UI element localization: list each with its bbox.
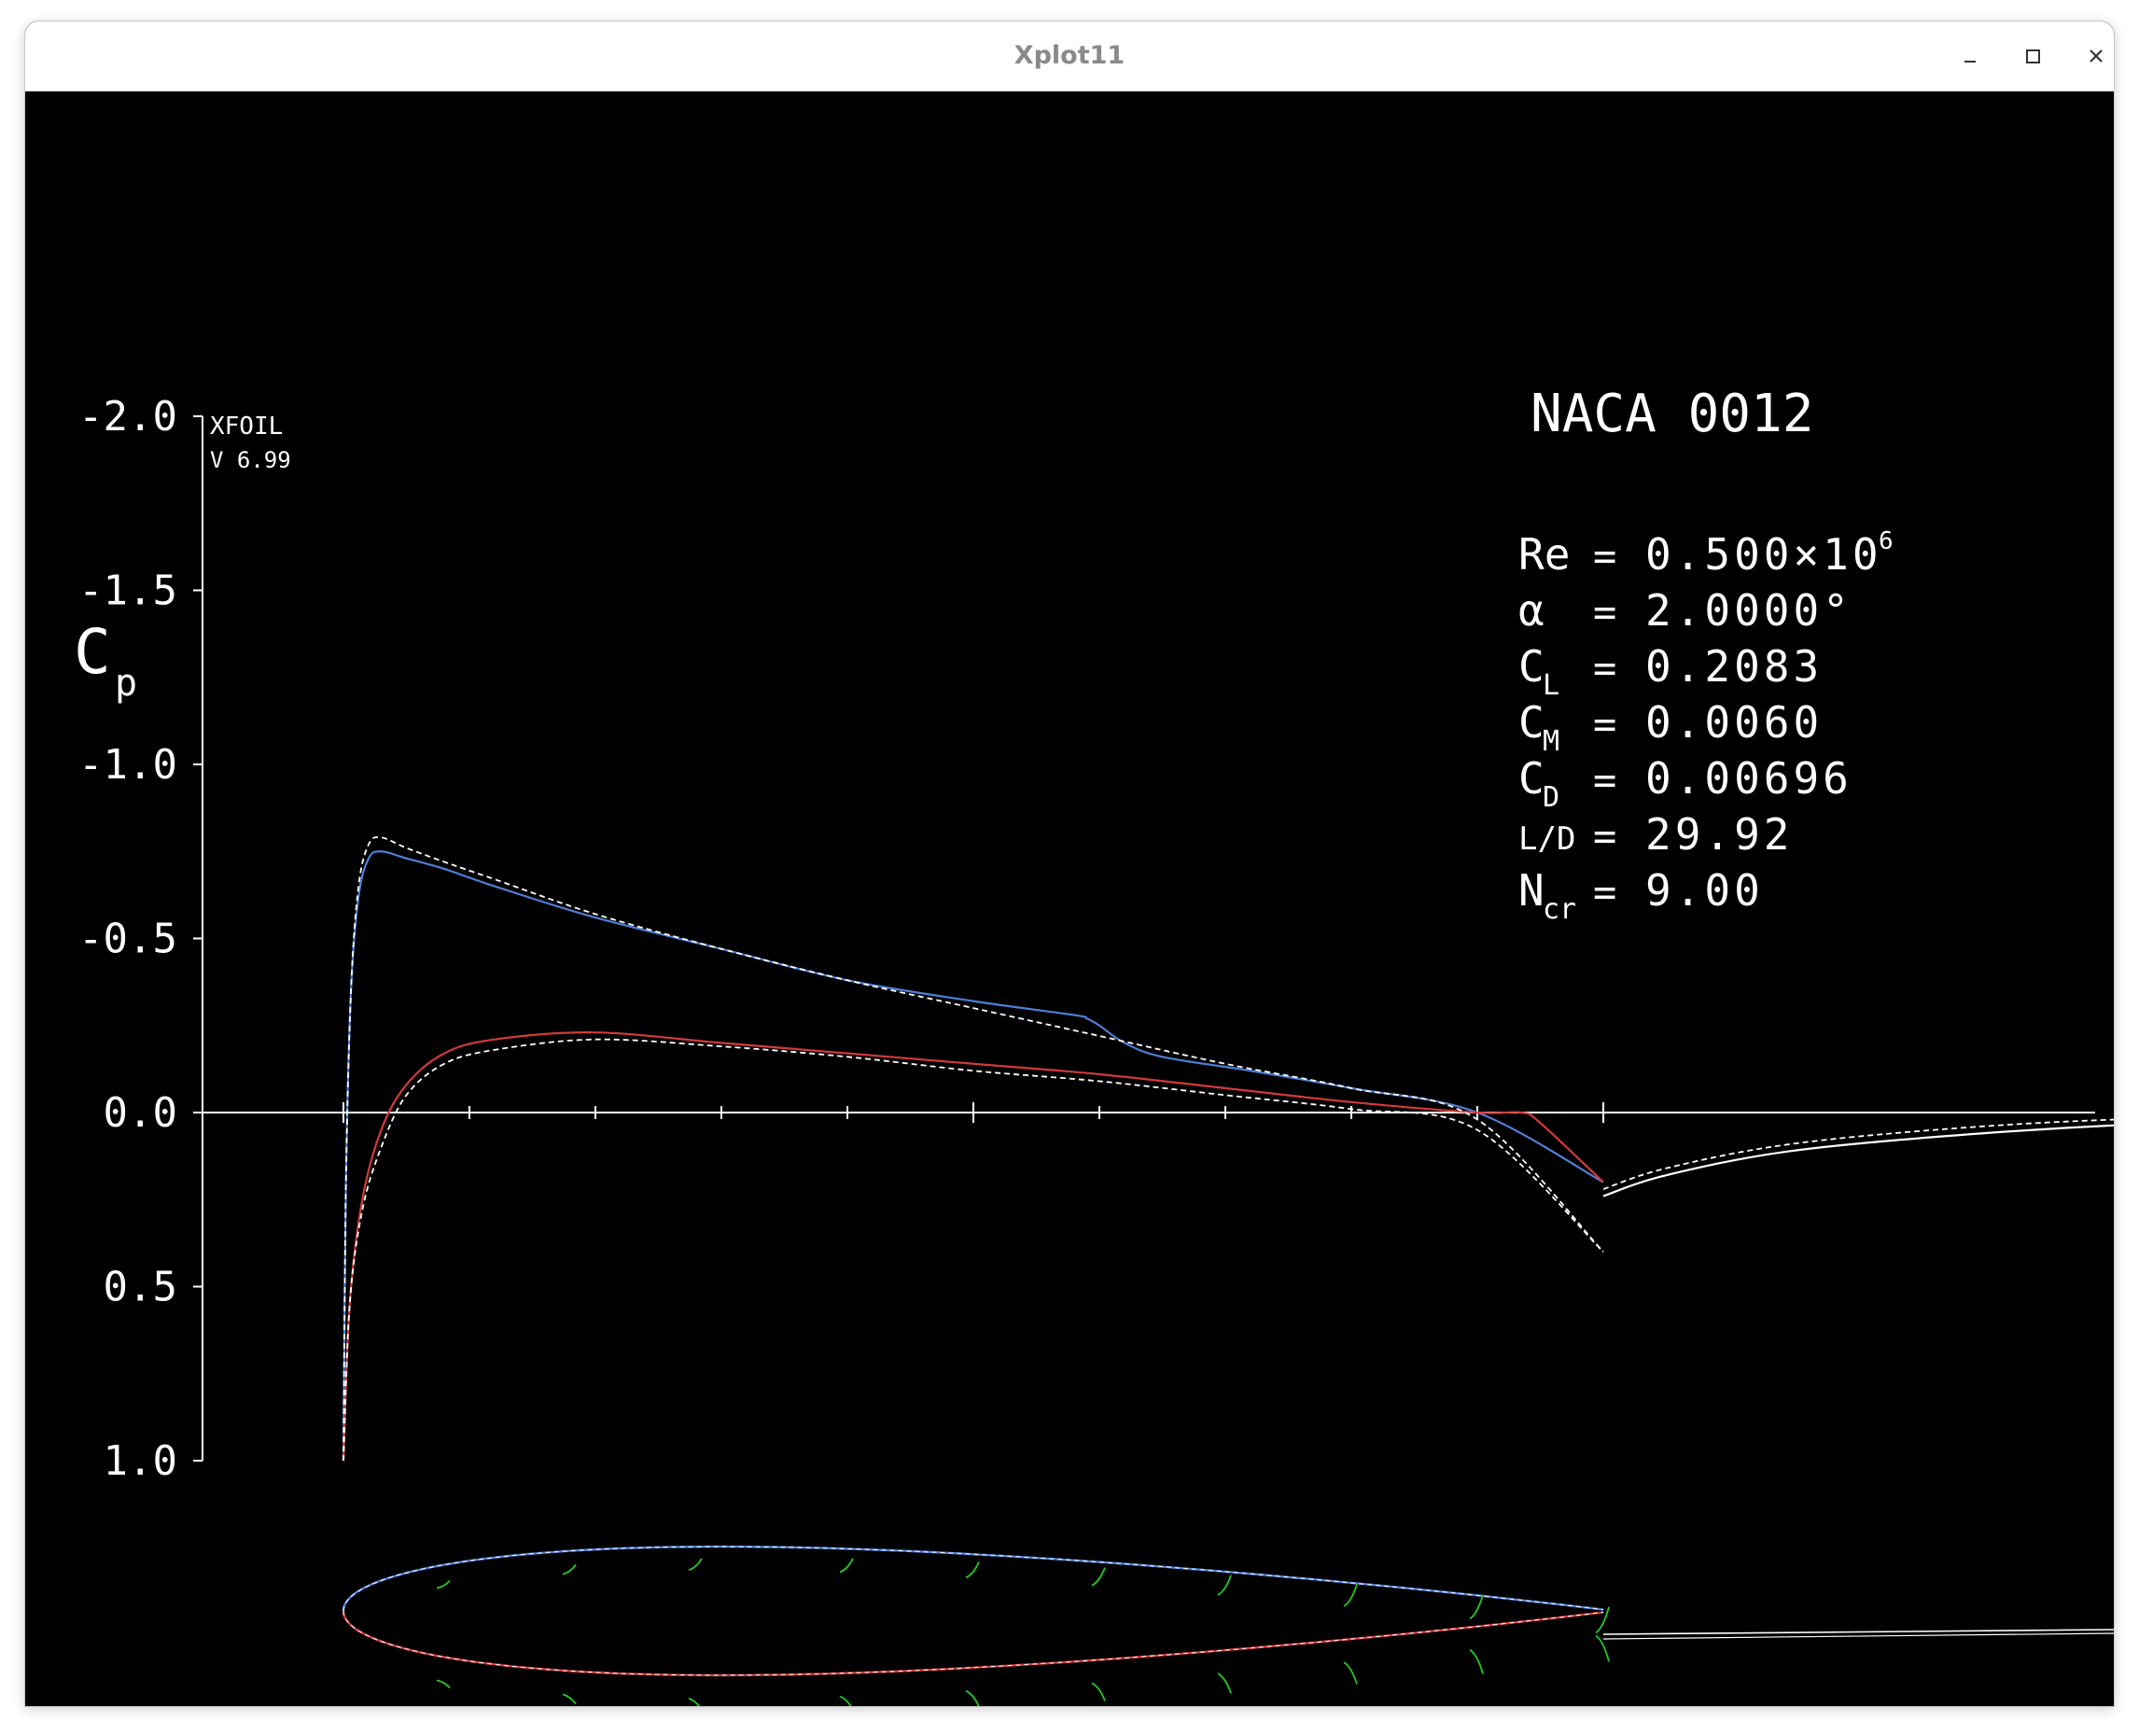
airfoil-title: NACA 0012	[1531, 384, 1813, 444]
airfoil-lower-outline	[343, 1610, 1604, 1676]
param-equals: =	[1593, 701, 1616, 747]
param-equals: =	[1593, 757, 1616, 803]
xplot-window: Xplot11 -2.0 -1.5 -1.0 -0.5 0.0 0.5 1.0 XFOIL …	[25, 21, 2114, 1706]
boundary-layer-profile	[436, 1679, 451, 1689]
param-value: 0.2083	[1645, 641, 1823, 692]
y-tick-label: 0.5	[104, 1264, 177, 1311]
param-value: 0.500×10	[1645, 529, 1882, 580]
program-name: XFOIL	[210, 413, 283, 441]
param-label: Re	[1518, 529, 1570, 580]
param-equals: =	[1593, 869, 1616, 915]
program-version: V 6.99	[210, 447, 291, 473]
inviscid-upper-cp-curve	[343, 836, 1604, 1462]
param-equals: =	[1593, 645, 1616, 691]
y-tick-label: 1.0	[104, 1437, 177, 1485]
plot-canvas[interactable]: -2.0 -1.5 -1.0 -0.5 0.0 0.5 1.0 XFOIL V 6.99 C…	[25, 91, 2114, 1706]
y-axis-label-sub: p	[115, 662, 137, 705]
y-tick-label: -2.0	[78, 393, 177, 441]
wake-cp-curve	[1602, 1124, 2114, 1197]
axis-ticks: -2.0 -1.5 -1.0 -0.5 0.0 0.5 1.0	[78, 393, 1604, 1485]
minimize-button[interactable]	[1951, 37, 1989, 75]
boundary-layer-profile	[1217, 1575, 1232, 1596]
param-label-sub: D	[1543, 781, 1559, 814]
y-tick-label: -0.5	[78, 916, 177, 963]
param-label-sub: M	[1543, 725, 1559, 758]
wake-line	[1602, 1629, 2114, 1635]
y-axis-label: C	[74, 616, 111, 688]
param-label-sub: L	[1543, 669, 1559, 702]
boundary-layer-profile	[688, 1697, 701, 1706]
boundary-layer-profile	[839, 1558, 854, 1574]
parameter-block: Re = 0.500×106α = 2.0000°CL = 0.2083CM = 0.0060C…	[1518, 527, 1894, 926]
param-value: 2.0000°	[1645, 585, 1852, 636]
airfoil-geometry	[342, 1545, 2114, 1706]
param-label: C	[1518, 753, 1545, 804]
boundary-layer-profile	[436, 1579, 451, 1589]
boundary-layer-profile	[839, 1695, 852, 1706]
window-title: Xplot11	[1014, 41, 1125, 70]
param-equals: =	[1593, 813, 1616, 859]
param-value: 0.00696	[1645, 753, 1852, 804]
boundary-layer-profile	[562, 1563, 577, 1575]
param-label: N	[1518, 865, 1545, 916]
param-value-sup: 6	[1879, 527, 1894, 555]
airfoil-upper-outline	[343, 1546, 1604, 1612]
param-label-sub: cr	[1543, 893, 1576, 926]
boundary-layer-profile	[1343, 1584, 1358, 1607]
maximize-button[interactable]	[2014, 37, 2051, 75]
param-value: 9.00	[1645, 865, 1764, 916]
param-value: 29.92	[1645, 809, 1793, 860]
boundary-layer-profile	[1469, 1648, 1484, 1674]
param-value: 0.0060	[1645, 697, 1823, 748]
airfoil-lower-surface	[342, 1610, 1604, 1677]
boundary-layer-profile	[688, 1558, 703, 1572]
boundary-layer-profile	[1595, 1606, 1610, 1634]
airfoil-upper-surface	[342, 1545, 1604, 1612]
boundary-layer-profile	[1091, 1567, 1106, 1587]
boundary-layer-profile	[1343, 1661, 1358, 1685]
y-tick-label: -1.5	[78, 567, 177, 615]
boundary-layer-profile	[1217, 1673, 1232, 1694]
boundary-layer-profile	[1091, 1682, 1106, 1701]
title-bar[interactable]: Xplot11	[25, 21, 2114, 91]
boundary-layer-profile	[965, 1689, 980, 1706]
cp-plot: -2.0 -1.5 -1.0 -0.5 0.0 0.5 1.0 XFOIL V 6.99 C…	[74, 384, 2114, 1706]
param-equals: =	[1593, 589, 1616, 635]
boundary-layer-profile	[562, 1693, 577, 1705]
param-label: C	[1518, 697, 1545, 748]
param-label: α	[1518, 585, 1545, 636]
y-tick-label: -1.0	[78, 741, 177, 789]
close-icon	[2090, 49, 2103, 63]
wake-inviscid-cp-curve	[1602, 1118, 2114, 1190]
boundary-layer-profile	[965, 1561, 980, 1579]
cp-curves	[342, 836, 2114, 1462]
maximize-icon	[2026, 49, 2040, 63]
y-tick-label: 0.0	[104, 1089, 177, 1137]
upper-surface-cp-curve	[342, 850, 1604, 1462]
boundary-layer-profile	[1469, 1594, 1484, 1620]
boundary-layer-profile	[1595, 1634, 1610, 1662]
param-label: C	[1518, 641, 1545, 692]
param-equals: =	[1593, 533, 1616, 579]
minimize-icon	[1964, 61, 1976, 63]
close-button[interactable]	[2077, 37, 2114, 75]
param-label: L/D	[1518, 820, 1575, 858]
